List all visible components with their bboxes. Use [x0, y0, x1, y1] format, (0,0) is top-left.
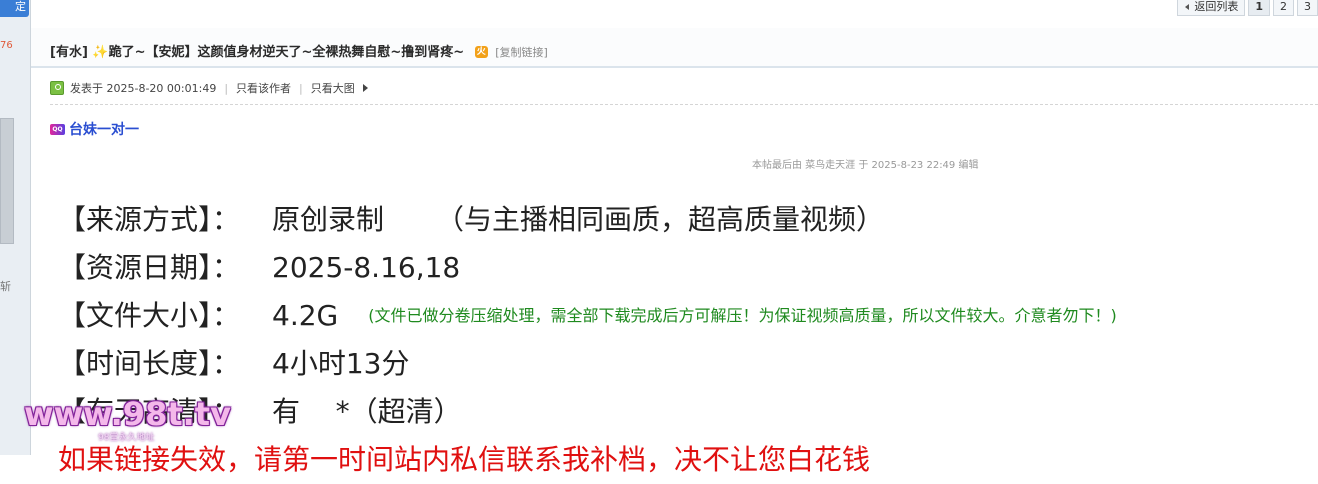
dashed-divider	[50, 104, 1318, 105]
page-1-button[interactable]: 1	[1248, 0, 1270, 16]
post-date: 发表于 2025-8-20 00:01:49	[70, 82, 217, 95]
reply-count: 76	[0, 40, 13, 51]
site-watermark: www.98t.tv	[24, 395, 231, 433]
duration-value: 4小时13分	[272, 347, 410, 380]
only-images-link[interactable]: 只看大图	[311, 80, 355, 96]
only-author-link[interactable]: 只看该作者	[236, 80, 291, 96]
thread-tag[interactable]: QQ 台妹一对一	[50, 119, 139, 139]
warning-line: 如果链接失效，请第一时间站内私信联系我补档，决不让您白花钱	[58, 443, 871, 476]
back-to-list-button[interactable]: 返回列表	[1177, 0, 1246, 16]
quality-value: 有 *（超清）	[272, 395, 462, 428]
avatar[interactable]	[0, 118, 14, 244]
date-label: 【资源日期】：	[58, 251, 241, 284]
source-value: 原创录制	[272, 203, 385, 236]
size-value: 4.2G	[272, 299, 339, 332]
source-line: 【来源方式】： 原创录制 （与主播相同画质，超高质量视频）	[58, 196, 1117, 244]
hot-icon: 火	[474, 46, 488, 58]
thread-title: [有水] ✨跪了~【安妮】这颜值身材逆天了~全裸热舞自慰~撸到肾疼~ 火 [复制…	[50, 41, 548, 60]
size-line: 【文件大小】： 4.2G (文件已做分卷压缩处理，需全部下载完成后方可解压！为保证视…	[58, 292, 1117, 340]
size-note: (文件已做分卷压缩处理，需全部下载完成后方可解压！为保证视频高质量，所以文件较大…	[368, 306, 1117, 325]
pager: 返回列表 1 2 3	[1177, 0, 1318, 16]
post-content: 【来源方式】： 原创录制 （与主播相同画质，超高质量视频） 【资源日期】： 2025-…	[58, 196, 1117, 484]
page-2-button[interactable]: 2	[1273, 0, 1294, 16]
tag-label[interactable]: 台妹一对一	[69, 119, 139, 139]
thread-title-text: 跪了~【安妮】这颜值身材逆天了~全裸热舞自慰~撸到肾疼~	[108, 45, 465, 60]
thread-title-bar: [有水] ✨跪了~【安妮】这颜值身材逆天了~全裸热舞自慰~撸到肾疼~ 火 [复制…	[31, 28, 1318, 68]
date-value: 2025-8.16,18	[272, 251, 461, 284]
edit-note: 本帖最后由 菜鸟走天涯 于 2025-8-23 22:49 编辑	[752, 160, 979, 171]
divider: |	[224, 81, 229, 95]
page-3-button[interactable]: 3	[1297, 0, 1318, 16]
duration-label: 【时间长度】：	[58, 347, 241, 380]
divider: |	[299, 81, 303, 95]
duration-line: 【时间长度】： 4小时13分	[58, 340, 1117, 388]
user-online-icon	[50, 81, 64, 95]
back-to-list-label: 返回列表	[1194, 0, 1239, 13]
post-meta: 发表于 2025-8-20 00:01:49 | 只看该作者 | 只看大图	[50, 80, 368, 96]
date-line: 【资源日期】： 2025-8.16,18	[58, 244, 1117, 292]
source-note: （与主播相同画质，超高质量视频）	[436, 203, 885, 236]
thread-category[interactable]: [有水]	[50, 45, 88, 60]
site-watermark-sub: 98堂永久地址	[98, 433, 155, 443]
size-label: 【文件大小】：	[58, 299, 241, 332]
copy-link-button[interactable]: [复制链接]	[495, 46, 548, 59]
side-label: 斩	[0, 280, 11, 293]
arrow-right-icon[interactable]	[362, 84, 368, 92]
left-sidebar-strip: 定 76 斩	[0, 0, 31, 455]
source-label: 【来源方式】：	[58, 203, 241, 236]
sparkle-icon: ✨	[92, 45, 109, 60]
qq-tag-icon: QQ	[50, 123, 65, 135]
post-button[interactable]: 定	[0, 0, 29, 17]
